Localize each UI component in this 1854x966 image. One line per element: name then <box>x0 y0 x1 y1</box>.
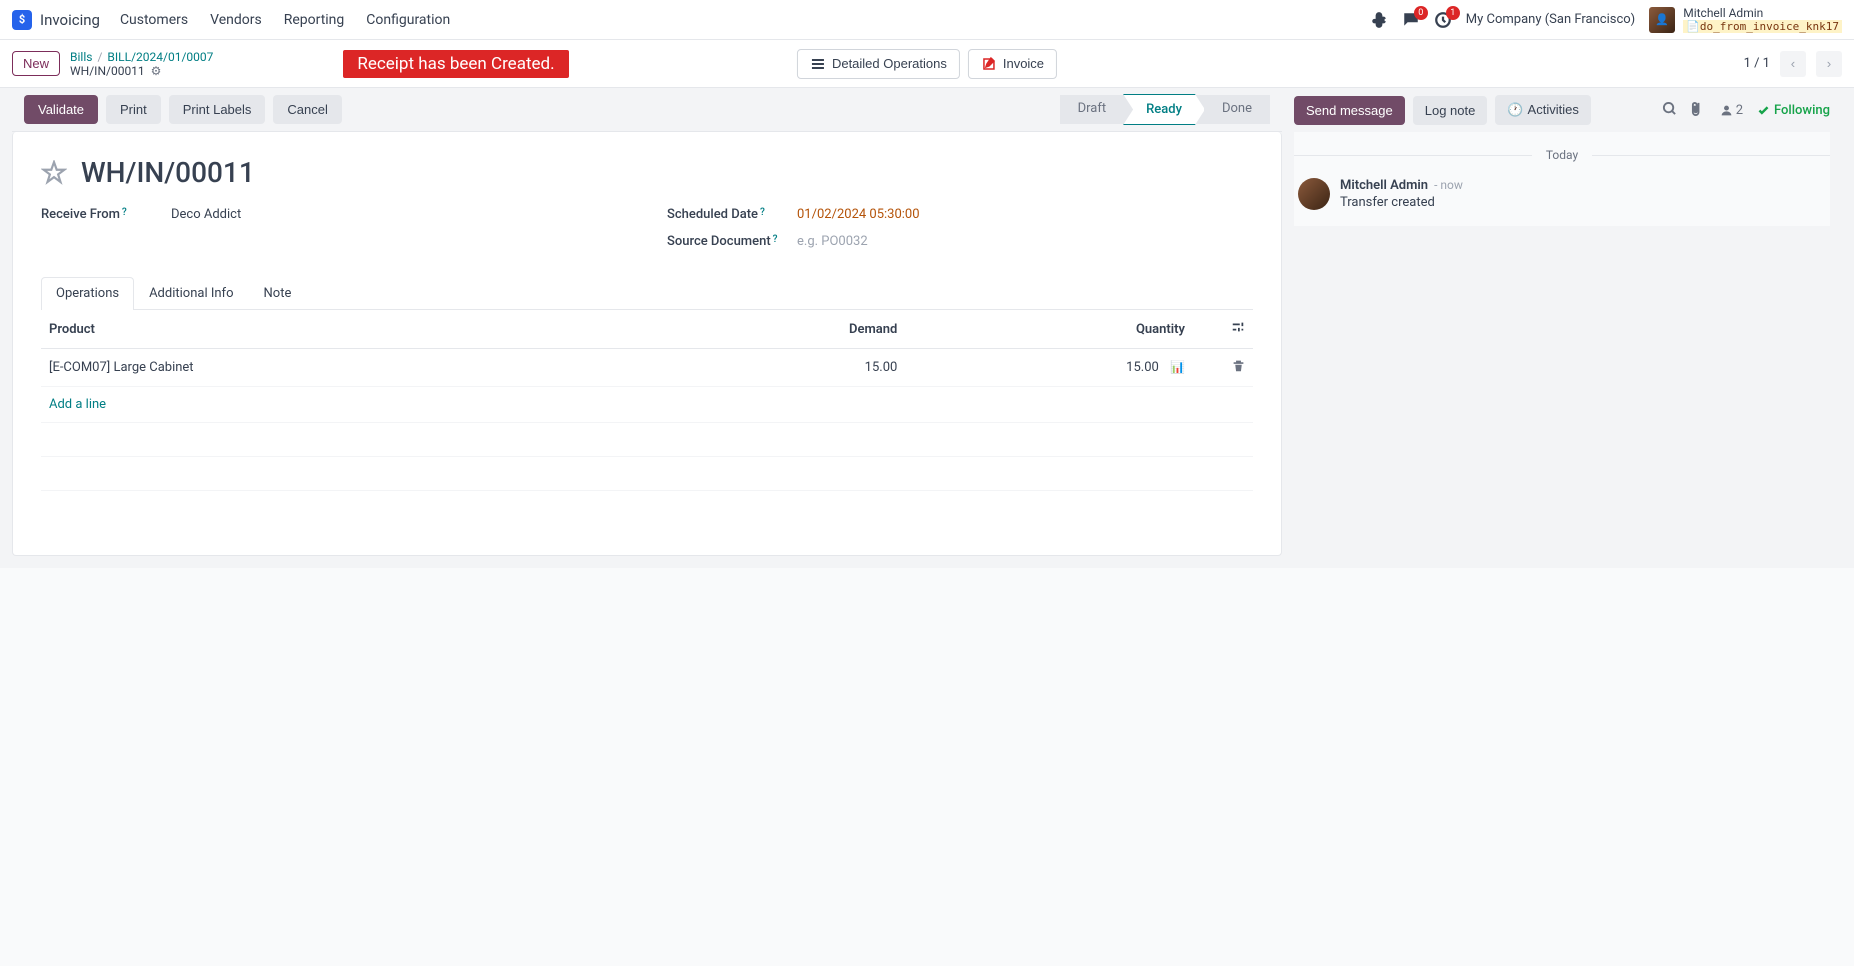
send-message-button[interactable]: Send message <box>1294 96 1405 125</box>
search-icon[interactable] <box>1662 101 1677 120</box>
pager-next-button[interactable]: › <box>1816 51 1842 77</box>
user-name: Mitchell Admin <box>1683 6 1842 20</box>
message-author[interactable]: Mitchell Admin <box>1340 178 1428 193</box>
nav-customers[interactable]: Customers <box>120 12 188 28</box>
message-body: Transfer created <box>1340 195 1826 210</box>
status-draft[interactable]: Draft <box>1060 95 1125 124</box>
validate-button[interactable]: Validate <box>24 95 98 124</box>
detailed-operations-button[interactable]: Detailed Operations <box>797 49 960 79</box>
gear-icon[interactable]: ⚙ <box>151 64 162 78</box>
cancel-button[interactable]: Cancel <box>273 95 341 124</box>
nav-configuration[interactable]: Configuration <box>366 12 450 28</box>
print-labels-button[interactable]: Print Labels <box>169 95 266 124</box>
user-icon <box>1720 104 1733 117</box>
receive-from-label: Receive From? <box>41 207 171 222</box>
breadcrumb-current: WH/IN/00011 <box>70 64 145 78</box>
company-selector[interactable]: My Company (San Francisco) <box>1466 12 1635 27</box>
page-title: WH/IN/00011 <box>81 156 255 189</box>
breadcrumb: Bills / BILL/2024/01/0007 WH/IN/00011 ⚙ <box>70 50 213 78</box>
followers-count[interactable]: 2 <box>1720 103 1743 118</box>
invoice-button[interactable]: Invoice <box>968 49 1057 79</box>
message-time: - now <box>1434 178 1463 192</box>
log-note-button[interactable]: Log note <box>1413 96 1488 125</box>
edit-icon <box>981 56 997 72</box>
col-product: Product <box>41 310 658 349</box>
receive-from-value[interactable]: Deco Addict <box>171 207 241 222</box>
clock-icon: 🕐 <box>1507 102 1523 117</box>
tab-operations[interactable]: Operations <box>41 277 134 310</box>
source-document-label: Source Document? <box>667 234 797 249</box>
nav-vendors[interactable]: Vendors <box>210 12 262 28</box>
app-name[interactable]: Invoicing <box>40 11 100 29</box>
message-avatar <box>1298 178 1330 210</box>
following-button[interactable]: Following <box>1757 103 1830 118</box>
breadcrumb-bill-ref[interactable]: BILL/2024/01/0007 <box>107 50 213 64</box>
alert-banner: Receipt has been Created. <box>343 50 568 78</box>
activity-badge: 1 <box>1446 6 1460 20</box>
delete-row-icon[interactable] <box>1232 361 1245 376</box>
avatar: 👤 <box>1649 7 1675 33</box>
tab-additional-info[interactable]: Additional Info <box>134 277 248 309</box>
messaging-icon[interactable]: 0 <box>1402 11 1420 29</box>
col-demand: Demand <box>658 310 905 349</box>
col-quantity: Quantity <box>905 310 1193 349</box>
favorite-star-icon[interactable] <box>41 160 67 186</box>
pager-prev-button[interactable]: ‹ <box>1780 51 1806 77</box>
col-settings[interactable] <box>1223 310 1253 349</box>
cell-product[interactable]: [E-COM07] Large Cabinet <box>41 349 658 387</box>
attachment-icon[interactable] <box>1691 101 1706 120</box>
tab-note[interactable]: Note <box>249 277 307 309</box>
check-icon <box>1757 104 1770 117</box>
print-button[interactable]: Print <box>106 95 161 124</box>
forecast-icon[interactable]: 📊 <box>1170 360 1185 374</box>
status-ready[interactable]: Ready <box>1123 94 1205 125</box>
activities-button[interactable]: 🕐Activities <box>1495 95 1590 125</box>
list-icon <box>810 56 826 72</box>
user-database: 📄do_from_invoice_knk17 <box>1683 20 1842 33</box>
cell-demand[interactable]: 15.00 <box>658 349 905 387</box>
nav-reporting[interactable]: Reporting <box>284 12 345 28</box>
messaging-badge: 0 <box>1414 6 1428 20</box>
activity-icon[interactable]: 1 <box>1434 11 1452 29</box>
status-done[interactable]: Done <box>1204 95 1270 124</box>
user-menu[interactable]: 👤 Mitchell Admin 📄do_from_invoice_knk17 <box>1649 6 1842 33</box>
new-button[interactable]: New <box>12 51 60 76</box>
chatter-message: Mitchell Admin - now Transfer created <box>1294 178 1830 210</box>
sliders-icon <box>1231 320 1245 334</box>
add-line-link[interactable]: Add a line <box>49 397 106 412</box>
bug-icon[interactable] <box>1370 11 1388 29</box>
app-icon[interactable]: $ <box>12 10 32 30</box>
table-row[interactable]: [E-COM07] Large Cabinet 15.00 15.00 📊 <box>41 349 1253 387</box>
cell-quantity[interactable]: 15.00 📊 <box>905 349 1193 387</box>
date-divider: Today <box>1532 148 1592 162</box>
breadcrumb-bills[interactable]: Bills <box>70 50 92 64</box>
source-document-input[interactable]: e.g. PO0032 <box>797 234 868 249</box>
scheduled-date-label: Scheduled Date? <box>667 207 797 222</box>
scheduled-date-value[interactable]: 01/02/2024 05:30:00 <box>797 207 920 222</box>
pager[interactable]: 1 / 1 <box>1744 56 1770 71</box>
